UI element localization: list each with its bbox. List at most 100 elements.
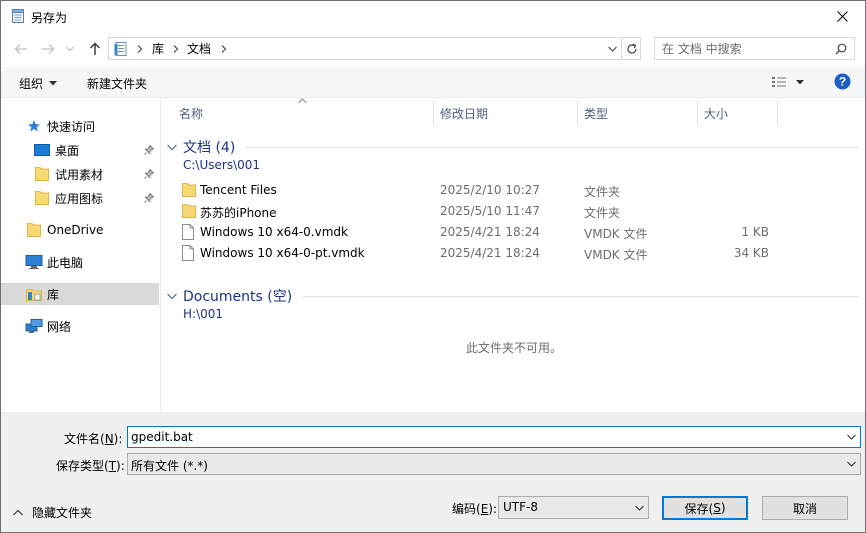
sidebar-item-trial-materials[interactable]: 试用素材 [1,163,159,185]
star-icon [28,120,40,132]
up-button[interactable] [84,39,106,59]
window-title: 另存为 [31,11,68,25]
address-bar[interactable]: 库 文档 [108,37,641,60]
file-type: VMDK 文件 [584,248,648,262]
caret-down-icon [796,79,804,84]
save-button[interactable]: 保存(S) [662,496,748,520]
sidebar-item-this-pc[interactable]: 此电脑 [1,251,159,273]
refresh-button[interactable] [622,38,641,59]
sidebar-item-libraries[interactable]: 库 [1,283,159,305]
desktop-icon [34,144,50,156]
column-header-type[interactable]: 类型 [584,101,608,125]
group-divider [245,147,859,148]
filename-combobox[interactable] [127,426,861,448]
file-size: 1 KB [741,225,769,239]
close-icon [836,11,848,22]
save-form: 文件名(N): 保存类型(T): 所有文件 (*.*) 隐藏文件夹 编码(E): [1,412,865,532]
hide-folders-button[interactable]: 隐藏文件夹 [13,504,92,521]
title-bar: 另存为 [1,1,865,32]
breadcrumb-library[interactable]: 库 [152,40,164,57]
table-row[interactable]: Windows 10 x64-0.vmdk 2025/4/21 18:24 VM… [171,222,851,243]
column-header-name[interactable]: 名称 [179,101,203,125]
filetype-value: 所有文件 (*.*) [131,459,208,473]
file-icon [182,245,194,261]
toolbar: 组织 新建文件夹 ? [1,67,865,98]
arrow-up-icon [90,42,100,55]
caret-down-icon [49,81,58,86]
forward-button[interactable] [37,39,59,59]
cancel-button[interactable]: 取消 [762,496,848,520]
table-row[interactable]: 苏苏的iPhone 2025/5/10 11:47 文件夹 [171,201,851,222]
sidebar-item-desktop[interactable]: 桌面 [1,139,159,161]
table-row[interactable]: Tencent Files 2025/2/10 10:27 文件夹 [171,180,851,201]
filetype-label: 保存类型(T): [56,459,125,473]
pin-icon [144,145,154,155]
file-size: 34 KB [733,246,769,260]
recent-locations-button[interactable] [63,39,77,59]
file-type: 文件夹 [584,185,621,199]
address-dropdown-button[interactable] [602,38,622,59]
file-date: 2025/2/10 10:27 [440,183,540,197]
empty-folder-message: 此文件夹不可用。 [466,341,563,355]
column-divider[interactable] [777,100,778,125]
view-options-button[interactable] [771,75,804,89]
group-path: H:\001 [183,307,224,321]
sidebar-item-app-icons[interactable]: 应用图标 [1,187,159,209]
column-divider[interactable] [697,100,698,125]
group-header-documents[interactable]: 文档 (4) [167,137,235,157]
file-name: Windows 10 x64-0.vmdk [200,225,348,239]
search-icon[interactable] [835,43,847,55]
sidebar-item-quick-access[interactable]: 快速访问 [1,115,159,137]
chevron-down-icon [167,293,177,299]
svg-text:?: ? [839,75,846,89]
column-divider[interactable] [433,100,434,125]
filetype-select[interactable]: 所有文件 (*.*) [127,453,861,475]
folder-icon [35,167,49,181]
navigation-pane: 快速访问 桌面 试用素材 应用图标 OneDrive 此电脑 库 网络 [1,98,161,412]
file-name: Tencent Files [200,183,277,197]
sidebar-item-network[interactable]: 网络 [1,315,159,337]
back-button[interactable] [10,39,32,59]
file-date: 2025/5/10 11:47 [440,204,540,218]
file-icon [182,224,194,240]
folder-icon [182,183,196,197]
details-view-icon [772,77,786,87]
folder-icon [27,223,41,237]
help-icon[interactable]: ? [834,73,851,90]
file-date: 2025/4/21 18:24 [440,225,540,239]
save-as-dialog: 另存为 库 文档 在 文档 中搜索 组织 新建文件夹 ? 快速访问 桌面 试用素… [0,0,866,533]
arrow-right-icon [42,44,55,54]
search-box [654,37,855,60]
chevron-up-icon [13,509,23,516]
encoding-value: UTF-8 [503,500,538,514]
chevron-down-icon [847,461,856,467]
group-path: C:\Users\001 [183,158,261,172]
file-name: 苏苏的iPhone [200,206,277,220]
arrow-left-icon [14,44,27,54]
organize-button[interactable]: 组织 [19,75,58,92]
table-row[interactable]: Windows 10 x64-0-pt.vmdk 2025/4/21 18:24… [171,243,851,264]
column-header-size[interactable]: 大小 [704,101,728,125]
column-header-date[interactable]: 修改日期 [440,101,488,125]
new-folder-button[interactable]: 新建文件夹 [87,75,147,92]
chevron-down-icon [167,144,177,150]
breadcrumb-documents[interactable]: 文档 [187,40,211,57]
hide-folders-label: 隐藏文件夹 [32,506,93,520]
pin-icon [144,169,154,179]
group-title: Documents (空) [183,289,293,305]
chevron-down-icon [66,46,74,52]
chevron-down-icon[interactable] [847,434,856,440]
search-input[interactable] [655,38,825,59]
computer-icon [25,255,43,269]
chevron-down-icon [607,46,617,52]
library-icon [114,41,127,56]
close-button[interactable] [819,1,865,32]
group-header-documents-h[interactable]: Documents (空) [167,286,292,306]
encoding-select[interactable]: UTF-8 [498,496,649,519]
file-type: 文件夹 [584,206,621,220]
folder-icon [35,191,49,205]
filename-input[interactable] [128,427,838,447]
chevron-right-icon [221,44,227,53]
sidebar-item-onedrive[interactable]: OneDrive [1,219,159,241]
column-divider[interactable] [577,100,578,125]
